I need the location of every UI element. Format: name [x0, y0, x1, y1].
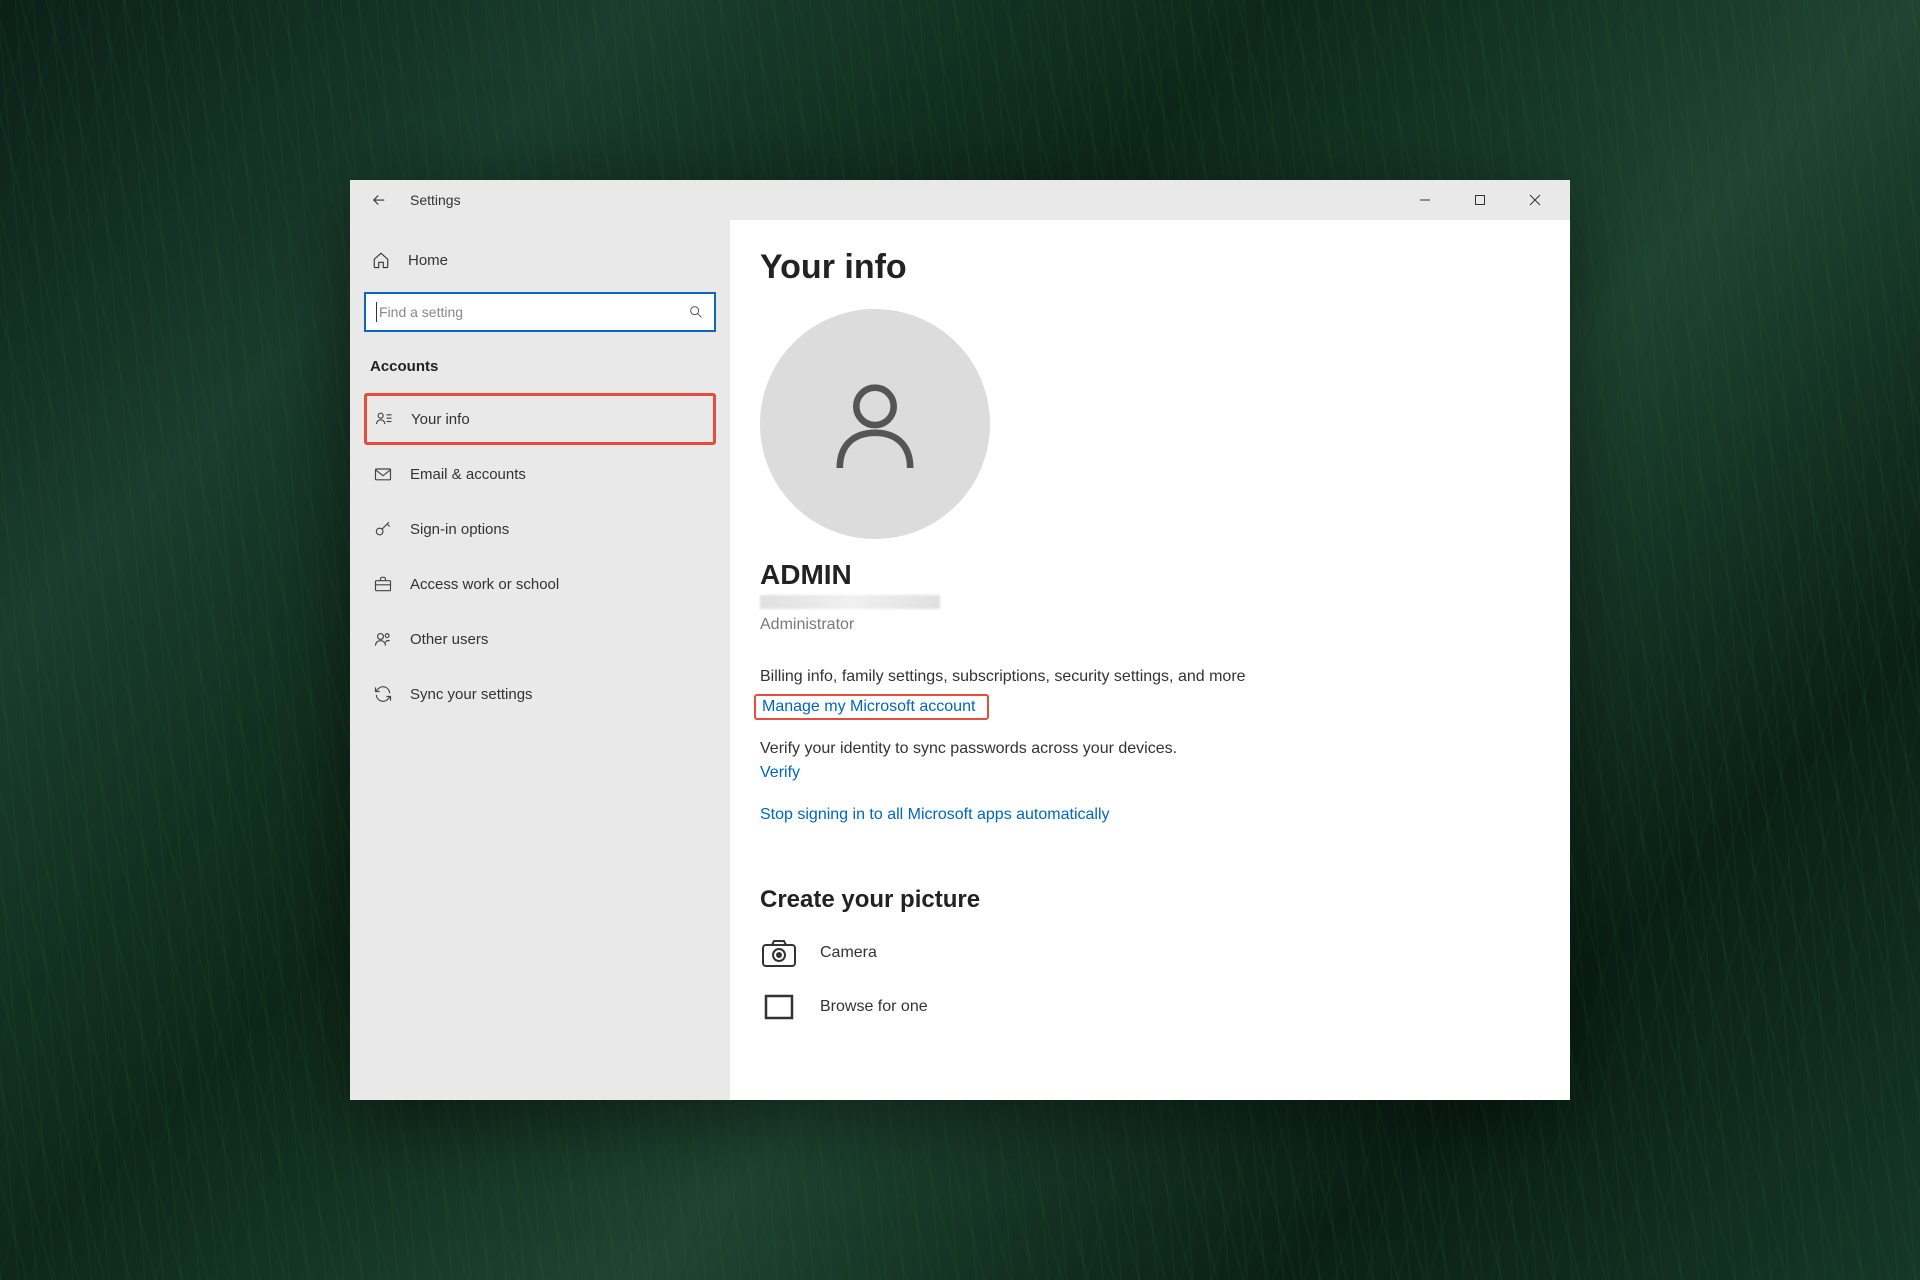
close-button[interactable] [1507, 180, 1562, 220]
home-label: Home [408, 252, 448, 269]
sidebar-item-label: Access work or school [410, 576, 559, 593]
sidebar-item-access-work-school[interactable]: Access work or school [364, 558, 716, 610]
sidebar-item-label: Your info [411, 411, 470, 428]
browse-icon [760, 990, 798, 1024]
window-controls [1397, 180, 1562, 220]
sidebar-item-label: Other users [410, 631, 488, 648]
stop-signin-link[interactable]: Stop signing in to all Microsoft apps au… [760, 806, 1110, 824]
avatar [760, 309, 990, 539]
camera-option-label: Camera [820, 944, 877, 962]
search-box[interactable] [364, 292, 716, 332]
mail-icon [372, 464, 394, 484]
content-area: Your info ADMIN Administrator Billing in… [730, 220, 1570, 1100]
username-text: ADMIN [760, 559, 1540, 591]
sidebar-item-signin-options[interactable]: Sign-in options [364, 503, 716, 555]
titlebar: Settings [350, 180, 1570, 220]
sidebar-item-your-info[interactable]: Your info [364, 393, 716, 445]
key-icon [372, 519, 394, 539]
create-picture-heading: Create your picture [760, 886, 1540, 914]
home-icon [370, 251, 392, 269]
sidebar-item-email-accounts[interactable]: Email & accounts [364, 448, 716, 500]
billing-info-text: Billing info, family settings, subscript… [760, 668, 1540, 686]
minimize-button[interactable] [1397, 180, 1452, 220]
search-input[interactable] [376, 302, 688, 322]
settings-window: Settings Home [350, 180, 1570, 1100]
browse-option-label: Browse for one [820, 998, 928, 1016]
other-users-icon [372, 629, 394, 649]
sidebar-item-label: Sync your settings [410, 686, 533, 703]
browse-option[interactable]: Browse for one [760, 990, 1540, 1024]
sidebar-section-label: Accounts [364, 352, 716, 393]
sidebar: Home Accounts Your info [350, 220, 730, 1100]
sidebar-item-label: Sign-in options [410, 521, 509, 538]
user-role-text: Administrator [760, 616, 1540, 634]
nav-list: Your info Email & accounts Sign-in optio… [364, 393, 716, 720]
maximize-button[interactable] [1452, 180, 1507, 220]
person-card-icon [373, 409, 395, 429]
search-icon [688, 304, 704, 320]
verify-info-text: Verify your identity to sync passwords a… [760, 740, 1540, 758]
sidebar-item-sync-settings[interactable]: Sync your settings [364, 668, 716, 720]
manage-account-link[interactable]: Manage my Microsoft account [754, 694, 989, 720]
home-button[interactable]: Home [364, 238, 716, 282]
sync-icon [372, 684, 394, 704]
briefcase-icon [372, 574, 394, 594]
sidebar-item-other-users[interactable]: Other users [364, 613, 716, 665]
verify-link[interactable]: Verify [760, 764, 800, 782]
user-email-blurred [760, 595, 940, 609]
camera-icon [760, 936, 798, 970]
camera-option[interactable]: Camera [760, 936, 1540, 970]
page-title: Your info [760, 248, 1540, 287]
window-title: Settings [410, 192, 461, 208]
sidebar-item-label: Email & accounts [410, 466, 526, 483]
back-button[interactable] [366, 187, 392, 213]
window-body: Home Accounts Your info [350, 220, 1570, 1100]
